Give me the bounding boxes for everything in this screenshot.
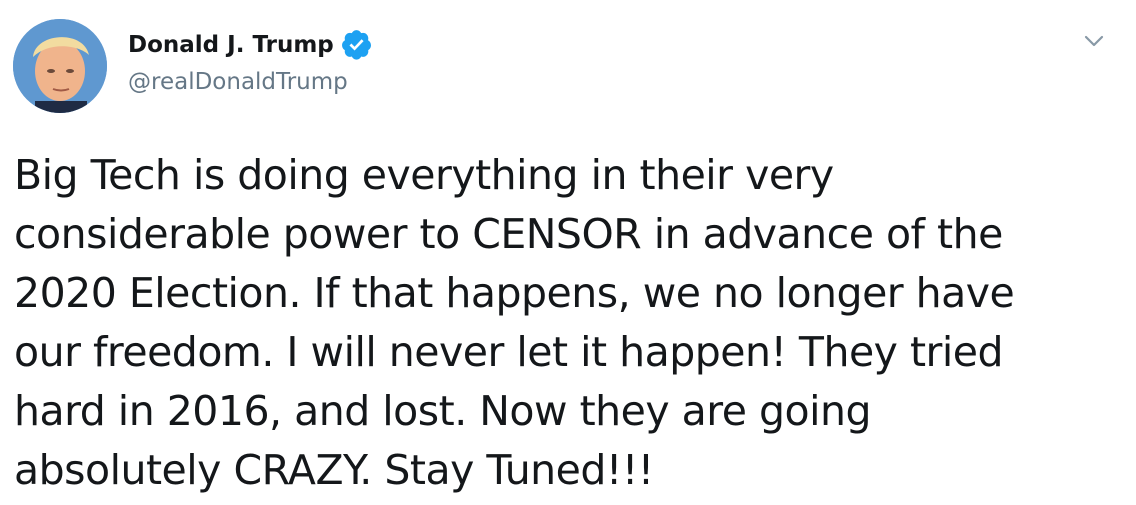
verified-badge-icon [340,28,373,61]
tweet-text: Big Tech is doing everything in their ve… [14,151,1015,494]
avatar[interactable] [13,19,107,113]
author-handle[interactable]: @realDonaldTrump [128,66,348,98]
author-name-row: Donald J. Trump [128,28,373,61]
author-display-name[interactable]: Donald J. Trump [128,30,334,60]
chevron-down-icon[interactable] [1080,30,1108,52]
tweet: Donald J. Trump @realDonaldTrump Big Tec… [0,0,1136,505]
